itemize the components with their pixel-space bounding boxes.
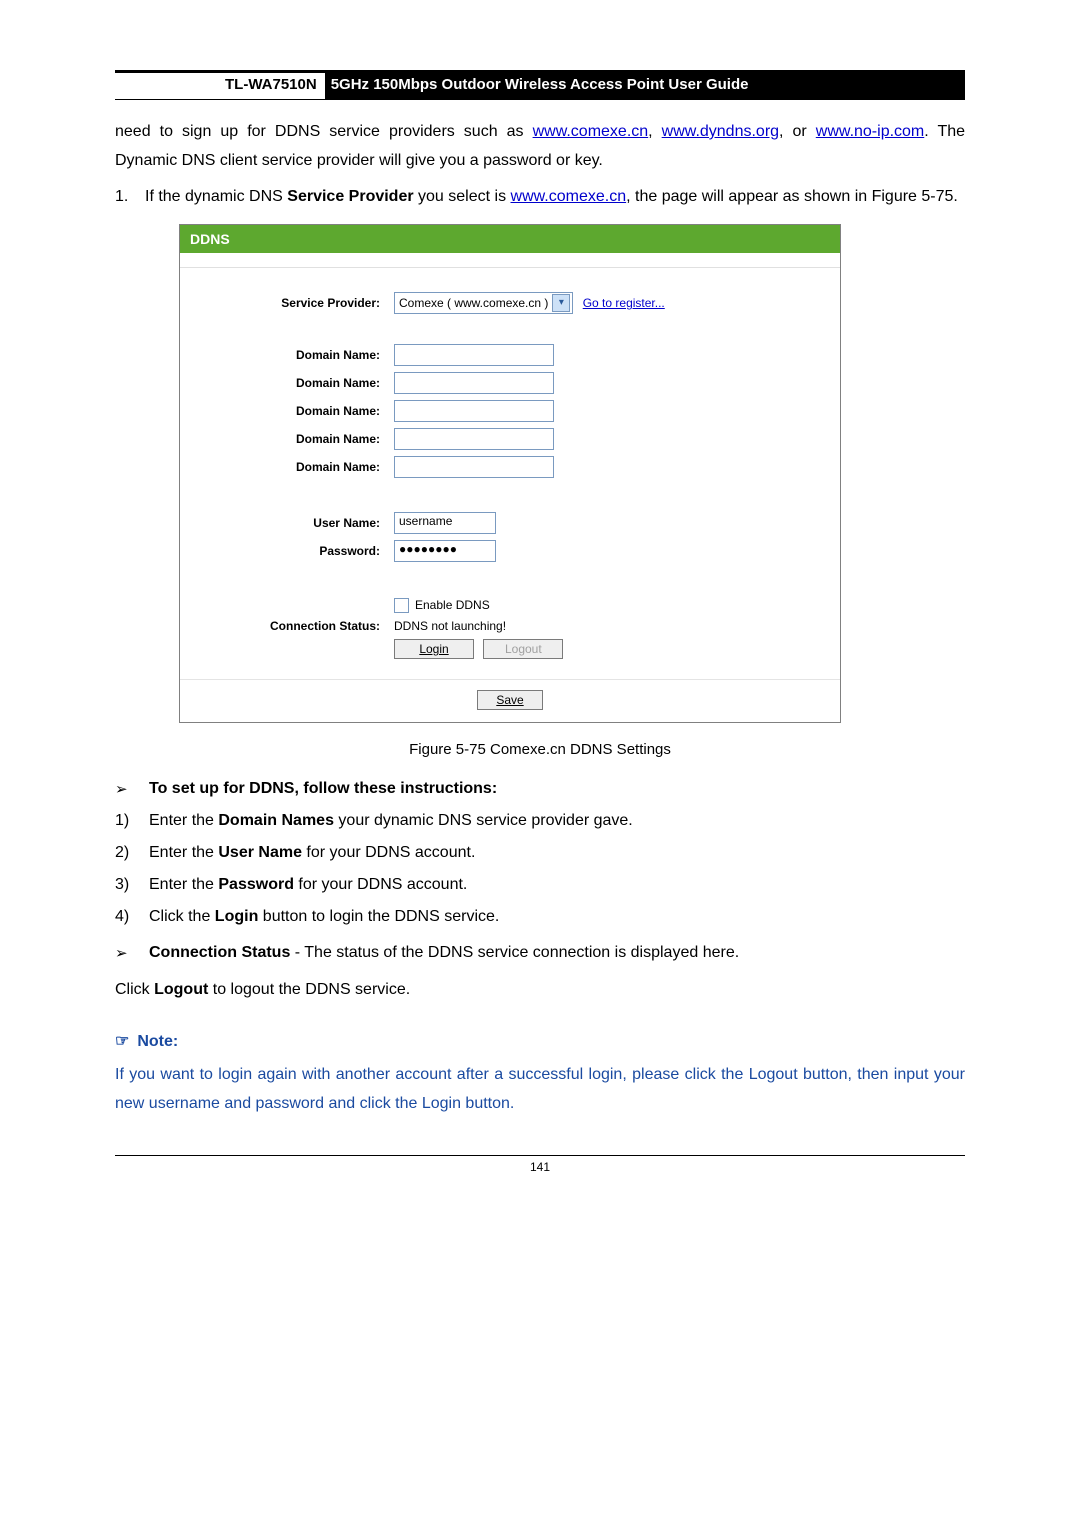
register-link[interactable]: Go to register...	[583, 296, 665, 310]
ddns-screenshot: DDNS Service Provider: Comexe ( www.come…	[179, 224, 841, 723]
doc-header: TL-WA7510N 5GHz 150Mbps Outdoor Wireless…	[115, 70, 965, 100]
enable-ddns-checkbox[interactable]	[394, 598, 409, 613]
panel-title: DDNS	[180, 225, 840, 253]
hand-point-icon: ☞	[115, 1033, 129, 1050]
username-input[interactable]: username	[394, 512, 496, 534]
instructions-heading: ➢ To set up for DDNS, follow these instr…	[115, 780, 965, 798]
instruction-steps: 1)Enter the Domain Names your dynamic DN…	[115, 812, 965, 926]
model-label: TL-WA7510N	[225, 73, 325, 99]
login-button[interactable]: Login	[394, 639, 474, 659]
connection-status-note: ➢ Connection Status - The status of the …	[115, 944, 965, 962]
connection-status-value: DDNS not launching!	[394, 619, 820, 633]
chevron-down-icon: ▾	[552, 294, 570, 312]
service-provider-select[interactable]: Comexe ( www.comexe.cn ) ▾	[394, 292, 573, 314]
save-button[interactable]: Save	[477, 690, 542, 710]
page-number: 141	[115, 1155, 965, 1174]
figure-caption: Figure 5-75 Comexe.cn DDNS Settings	[115, 741, 965, 758]
intro-paragraph: need to sign up for DDNS service provide…	[115, 118, 965, 176]
domain-name-3-input[interactable]	[394, 400, 554, 422]
link-comexe-2[interactable]: www.comexe.cn	[511, 188, 627, 205]
link-noip[interactable]: www.no-ip.com	[816, 123, 924, 140]
logout-button[interactable]: Logout	[483, 639, 563, 659]
link-dyndns[interactable]: www.dyndns.org	[662, 123, 779, 140]
domain-name-1-input[interactable]	[394, 344, 554, 366]
note-heading: ☞Note:	[115, 1031, 965, 1051]
note-body: If you want to login again with another …	[115, 1061, 965, 1119]
password-input[interactable]: ●●●●●●●●	[394, 540, 496, 562]
doc-title: 5GHz 150Mbps Outdoor Wireless Access Poi…	[325, 73, 965, 99]
logout-line: Click Logout to logout the DDNS service.	[115, 976, 965, 1005]
domain-name-5-input[interactable]	[394, 456, 554, 478]
domain-name-4-input[interactable]	[394, 428, 554, 450]
domain-name-2-input[interactable]	[394, 372, 554, 394]
link-comexe[interactable]: www.comexe.cn	[533, 123, 649, 140]
numbered-item-1: 1. If the dynamic DNS Service Provider y…	[115, 184, 965, 210]
